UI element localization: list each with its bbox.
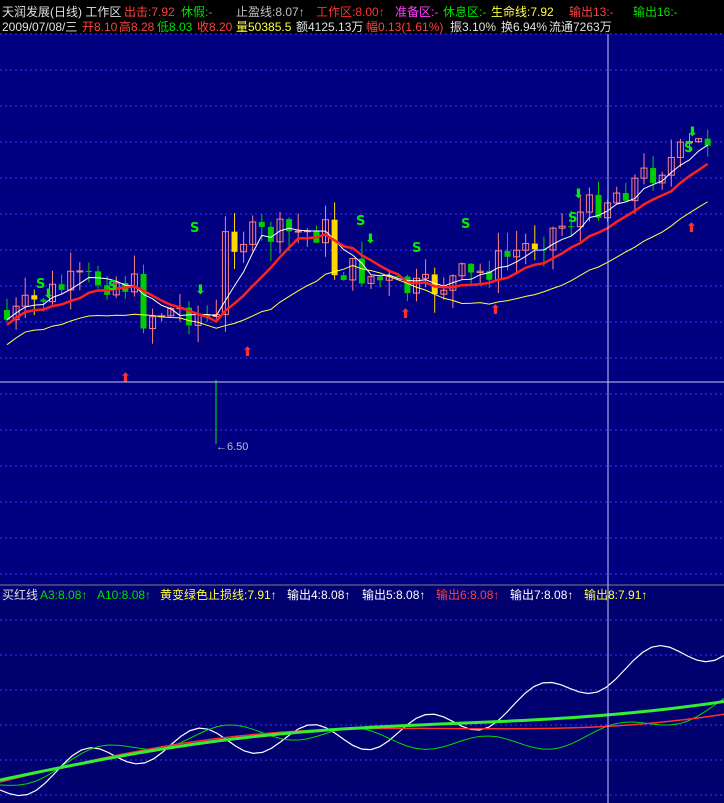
candle-body-down bbox=[267, 226, 274, 242]
candle-body-down bbox=[650, 168, 657, 183]
candle-body-down bbox=[331, 219, 338, 276]
buy-arrow-icon: ⬆ bbox=[686, 221, 697, 236]
candle-body-down bbox=[258, 221, 265, 227]
sell-arrow-icon: ⬇ bbox=[573, 187, 584, 202]
candle-body-down bbox=[531, 243, 538, 250]
indicator-item-output7: 输出7:8.08↑ bbox=[510, 588, 574, 602]
buy-arrow-icon: ⬆ bbox=[120, 371, 131, 386]
indicator-panel bbox=[0, 586, 724, 803]
candle-body-down bbox=[622, 193, 629, 201]
quote-high: 高8.28 bbox=[119, 20, 155, 34]
candle-body-down bbox=[31, 295, 38, 300]
buy-arrow-icon: ⬆ bbox=[242, 345, 253, 360]
signal-s-label: S bbox=[412, 241, 421, 256]
candle-body-down bbox=[504, 250, 511, 257]
signal-s-label: S bbox=[190, 221, 199, 236]
candle-body-down bbox=[231, 231, 238, 252]
candle-body-down bbox=[704, 138, 711, 146]
sell-arrow-icon: ⬇ bbox=[365, 232, 376, 247]
signal-s-label: S bbox=[461, 217, 470, 232]
indicator-item-output8: 输出8:7.91↑ bbox=[584, 588, 648, 602]
quote-low: 低8.03 bbox=[157, 20, 193, 34]
app-title: 天润发展(日线) 工作区 bbox=[2, 5, 122, 19]
buy-arrow-icon: ⬆ bbox=[490, 303, 501, 318]
candle-body-down bbox=[404, 276, 411, 294]
candle-body-up bbox=[76, 270, 84, 273]
quote-open: 开8.10 bbox=[82, 20, 118, 34]
indicator-item-output5: 输出5:8.08↑ bbox=[362, 588, 426, 602]
sell-arrow-icon: ⬇ bbox=[195, 283, 206, 298]
buy-arrow-icon: ⬆ bbox=[400, 307, 411, 322]
quote-volume: 量50385.5 bbox=[236, 20, 292, 34]
candle-body-down bbox=[468, 263, 475, 273]
candle-body-down bbox=[568, 226, 575, 228]
quote-close: 收8.20 bbox=[197, 20, 233, 34]
quote-turnover: 换6.94% bbox=[501, 20, 548, 34]
chart-canvas[interactable]: S SS SSS SS⬆⬆⬆ ⬆⬆⬇ ⬇⬇⬇⬇ bbox=[0, 0, 724, 803]
indicator-item-output6: 输出6:8.08↑ bbox=[436, 588, 500, 602]
candle-body-down bbox=[340, 275, 347, 280]
signal-s-label: S bbox=[568, 211, 577, 226]
header-item-gongzuoqu: 工作区:8.00↑ bbox=[316, 5, 385, 19]
indicator-item-stopline: 黄变绿色止损线:7.91↑ bbox=[160, 588, 277, 602]
header-item-shengmingxian: 生命线:7.92 bbox=[491, 5, 554, 19]
quote-change: 幅0.13(1.61%) bbox=[366, 20, 444, 34]
candle-body-down bbox=[377, 276, 384, 281]
price-low-marker: ←6.50 bbox=[216, 441, 249, 453]
header-item-output16: 输出16:- bbox=[633, 5, 678, 19]
candle-body-down bbox=[85, 270, 92, 272]
signal-s-label: S bbox=[108, 279, 117, 294]
indicator-item-output4: 输出4:8.08↑ bbox=[287, 588, 351, 602]
header-item-zhiying: 止盈线:8.07↑ bbox=[236, 5, 305, 19]
quote-amplitude: 振3.10% bbox=[450, 20, 497, 34]
candle-body-down bbox=[286, 219, 293, 232]
signal-s-label: S bbox=[684, 141, 693, 156]
stock-chart-window: S S S S S S S S ⬆ ⬆ ⬆ ⬆ ⬆ ⬇ ⬇ ⬇ ⬇ ⬇ 天润发展(日线) 工作区 出击:7.92 … bbox=[0, 0, 724, 803]
sell-arrow-icon: ⬇ bbox=[687, 125, 698, 140]
quote-date: 2009/07/08/三 bbox=[2, 20, 78, 34]
indicator-item-a3: A3:8.08↑ bbox=[40, 588, 88, 602]
header-item-zhunbeiqu: 准备区:- bbox=[395, 5, 439, 19]
indicator-item-a10: A10:8.08↑ bbox=[97, 588, 152, 602]
header-item-chuji: 出击:7.92 bbox=[124, 5, 175, 19]
candle-body-up bbox=[294, 230, 302, 233]
header-item-xiuxiqu: 休息区:- bbox=[443, 5, 487, 19]
candle-body-down bbox=[58, 284, 65, 290]
quote-amount: 额4125.13万 bbox=[296, 20, 364, 34]
sell-arrow-icon: ⬇ bbox=[43, 287, 54, 302]
header-item-xiujia: 休假:- bbox=[181, 5, 213, 19]
candle-body-down bbox=[140, 273, 147, 329]
signal-s-label: S bbox=[356, 214, 365, 229]
indicator-name: 买红线 bbox=[2, 588, 39, 602]
quote-float: 流通7263万 bbox=[549, 20, 612, 34]
header-item-output13: 输出13:- bbox=[569, 5, 614, 19]
candle-body-down bbox=[358, 258, 365, 284]
